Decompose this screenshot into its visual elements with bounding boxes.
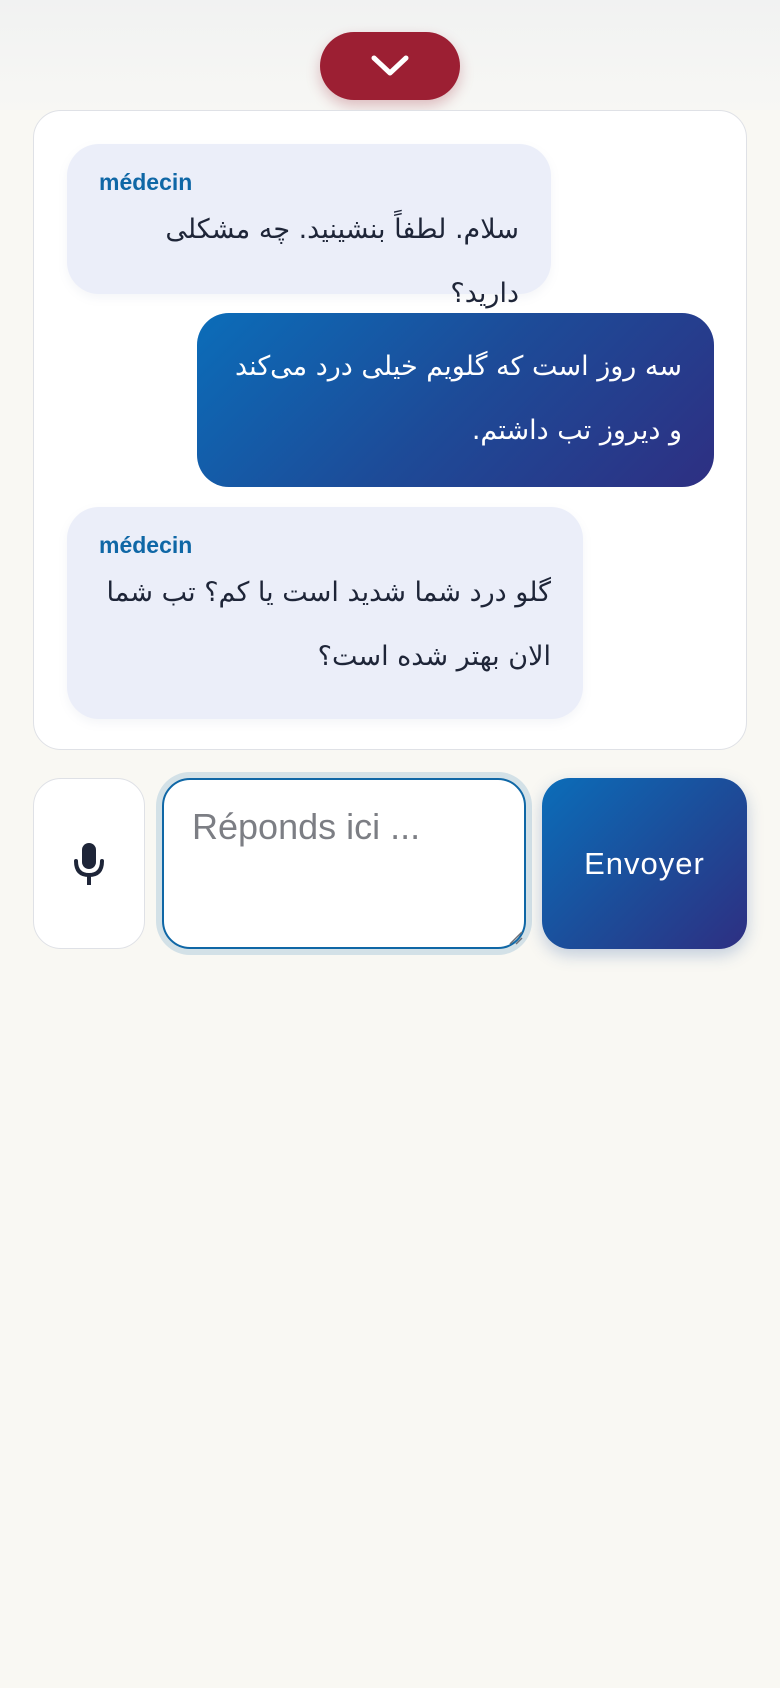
reply-input[interactable] xyxy=(162,778,526,949)
message-bubble-doctor: médecin گلو درد شما شدید است یا کم؟ تب ش… xyxy=(67,507,583,719)
message-bubble-patient: سه روز است که گلویم خیلی درد می‌کند و دی… xyxy=(197,313,714,487)
microphone-button[interactable] xyxy=(33,778,145,949)
chevron-down-icon xyxy=(371,55,409,76)
message-text: گلو درد شما شدید است یا کم؟ تب شما الان … xyxy=(106,577,551,672)
message-bubble-doctor: médecin سلام. لطفاً بنشینید. چه مشکلی دا… xyxy=(67,144,551,309)
message-sender: médecin xyxy=(99,532,193,558)
message-text: سلام. لطفاً بنشینید. چه مشکلی دارید؟ xyxy=(165,214,519,309)
collapse-button[interactable] xyxy=(320,32,460,100)
message-text: سه روز است که گلویم خیلی درد می‌کند و دی… xyxy=(235,351,682,446)
microphone-icon xyxy=(74,842,104,885)
chat-panel[interactable]: médecin سلام. لطفاً بنشینید. چه مشکلی دا… xyxy=(33,110,747,750)
send-button[interactable]: Envoyer xyxy=(542,778,747,949)
resize-handle-icon[interactable] xyxy=(506,928,524,946)
message-sender: médecin xyxy=(99,169,193,195)
